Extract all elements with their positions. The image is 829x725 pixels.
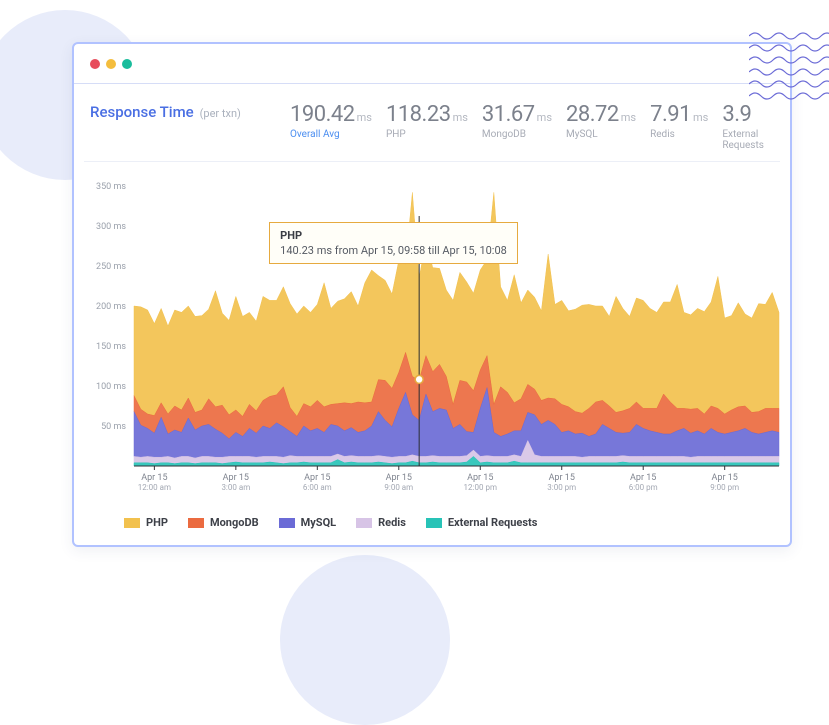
legend-label: External Requests xyxy=(448,516,538,529)
svg-text:Apr 15: Apr 15 xyxy=(467,473,493,483)
legend-label: MongoDB xyxy=(210,516,259,529)
legend-item[interactable]: MySQL xyxy=(279,516,336,529)
metric-unit: ms xyxy=(357,111,372,124)
metric: 7.91ms Redis xyxy=(650,102,708,151)
metric-value: 118.23 xyxy=(386,102,451,127)
legend-item[interactable]: External Requests xyxy=(426,516,538,529)
svg-text:250 ms: 250 ms xyxy=(96,262,126,272)
metric-label: External Requests xyxy=(722,129,774,151)
chart-subtitle: (per txn) xyxy=(200,107,241,120)
svg-text:6:00 pm: 6:00 pm xyxy=(629,483,658,492)
svg-text:Apr 15: Apr 15 xyxy=(141,473,167,483)
svg-text:200 ms: 200 ms xyxy=(96,302,126,312)
metric-unit: ms xyxy=(693,111,708,124)
tooltip-title: PHP xyxy=(280,229,507,242)
legend-swatch xyxy=(124,518,140,528)
window-close-icon[interactable] xyxy=(90,59,100,69)
app-window: Response Time (per txn) 190.42msOverall … xyxy=(72,42,792,547)
legend-label: MySQL xyxy=(301,516,336,529)
metric-label: MySQL xyxy=(566,129,636,140)
decorative-circle xyxy=(280,555,450,725)
chart-tooltip: PHP 140.23 ms from Apr 15, 09:58 till Ap… xyxy=(269,222,518,264)
svg-text:9:00 pm: 9:00 pm xyxy=(710,483,739,492)
legend-item[interactable]: PHP xyxy=(124,516,168,529)
window-minimize-icon[interactable] xyxy=(106,59,116,69)
svg-text:100 ms: 100 ms xyxy=(96,382,126,392)
metric-value: 190.42 xyxy=(290,102,355,127)
chart-title: Response Time xyxy=(90,103,194,121)
svg-text:Apr 15: Apr 15 xyxy=(304,473,330,483)
metric-value: 7.91 xyxy=(650,102,691,127)
legend-item[interactable]: Redis xyxy=(356,516,406,529)
legend-label: Redis xyxy=(378,516,406,529)
tooltip-body: 140.23 ms from Apr 15, 09:58 till Apr 15… xyxy=(280,244,507,257)
metric: 118.23ms PHP xyxy=(386,102,468,151)
legend-swatch xyxy=(426,518,442,528)
window-zoom-icon[interactable] xyxy=(122,59,132,69)
svg-text:12:00 pm: 12:00 pm xyxy=(464,483,497,492)
metric-label: Overall Avg xyxy=(290,129,372,140)
metric-value: 31.67 xyxy=(482,102,535,127)
svg-text:350 ms: 350 ms xyxy=(96,182,126,192)
svg-text:3:00 pm: 3:00 pm xyxy=(547,483,576,492)
legend-swatch xyxy=(188,518,204,528)
metric: 190.42ms Overall Avg xyxy=(290,102,372,151)
metric-label: PHP xyxy=(386,129,468,140)
svg-text:9:00 am: 9:00 am xyxy=(384,483,413,492)
metric-unit: ms xyxy=(453,111,468,124)
chart-container[interactable]: 350 ms 300 ms 250 ms 200 ms 150 ms 100 ms 50 m… xyxy=(84,176,780,506)
svg-text:6:00 am: 6:00 am xyxy=(303,483,332,492)
svg-text:300 ms: 300 ms xyxy=(96,222,126,232)
svg-text:Apr 15: Apr 15 xyxy=(712,473,738,483)
svg-text:50 ms: 50 ms xyxy=(101,422,126,432)
metric-value: 28.72 xyxy=(566,102,619,127)
legend-item[interactable]: MongoDB xyxy=(188,516,259,529)
metric-unit: ms xyxy=(537,111,552,124)
legend-swatch xyxy=(279,518,295,528)
legend-swatch xyxy=(356,518,372,528)
legend-label: PHP xyxy=(146,516,168,529)
svg-text:Apr 15: Apr 15 xyxy=(630,473,656,483)
svg-text:150 ms: 150 ms xyxy=(96,342,126,352)
metric-label: MongoDB xyxy=(482,129,552,140)
metric-label: Redis xyxy=(650,129,708,140)
metric: 28.72ms MySQL xyxy=(566,102,636,151)
chart-legend: PHP MongoDB MySQL Redis External Requests xyxy=(84,506,780,529)
svg-text:Apr 15: Apr 15 xyxy=(223,473,249,483)
svg-text:Apr 15: Apr 15 xyxy=(549,473,575,483)
metric: 3.9External Requests xyxy=(722,102,774,151)
metric-value: 3.9 xyxy=(722,102,751,127)
svg-text:12:00 am: 12:00 am xyxy=(138,483,171,492)
svg-text:Apr 15: Apr 15 xyxy=(386,473,412,483)
metric-unit: ms xyxy=(621,111,636,124)
decorative-waves xyxy=(749,30,829,100)
svg-text:3:00 am: 3:00 am xyxy=(221,483,250,492)
metric: 31.67ms MongoDB xyxy=(482,102,552,151)
window-titlebar xyxy=(74,44,790,84)
metrics-row: Response Time (per txn) 190.42msOverall … xyxy=(84,98,780,162)
